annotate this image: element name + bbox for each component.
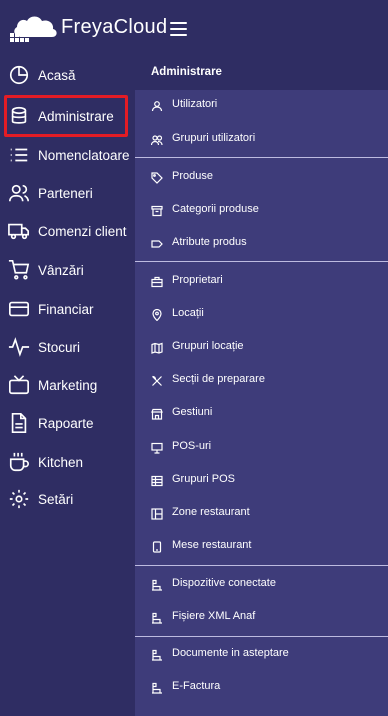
users-icon <box>8 182 30 204</box>
user-group-icon <box>150 133 163 146</box>
active-item-highlight <box>4 95 128 137</box>
truck-icon <box>8 220 30 242</box>
sidebar-item-label: Stocuri <box>38 339 81 355</box>
sidebar-item-financiar[interactable]: Financiar <box>0 290 135 328</box>
menu-item-label: POS-uri <box>172 440 212 452</box>
layout-icon <box>151 507 163 520</box>
list-icon <box>8 144 30 166</box>
sidebar-item-label: Setări <box>38 491 74 507</box>
sidebar-item-marketing[interactable]: Marketing <box>0 366 135 404</box>
sidebar-item-acasa[interactable]: Acasă <box>0 56 135 94</box>
sidebar-item-label: Marketing <box>38 377 98 393</box>
menu-item-label: Grupuri utilizatori <box>172 132 256 144</box>
card-icon <box>8 298 30 320</box>
menu-item-categorii-produse[interactable]: Categorii produse <box>135 199 388 223</box>
pin-icon <box>151 308 163 322</box>
menu-item-label: Categorii produse <box>172 203 259 215</box>
menu-item-mese-restaurant[interactable]: Mese restaurant <box>135 535 388 559</box>
menu-item-label: Produse <box>172 170 213 182</box>
menu-item-grupuri-utilizatori[interactable]: Grupuri utilizatori <box>135 128 388 152</box>
device-icon <box>151 681 163 694</box>
menu-item-atribute-produs[interactable]: Atribute produs <box>135 232 388 256</box>
sidebar-item-label: Nomenclatoare <box>38 147 130 163</box>
sidebar-item-vanzari[interactable]: Vânzări <box>0 251 135 289</box>
menu-item-sectii-de-preparare[interactable]: Secții de preparare <box>135 369 388 393</box>
user-icon <box>151 99 163 112</box>
menu-item-proprietari[interactable]: Proprietari <box>135 270 388 294</box>
menu-item-label: Mese restaurant <box>172 539 252 551</box>
divider <box>135 565 388 566</box>
store-icon <box>151 407 163 420</box>
menu-item-label: Dispozitive conectate <box>172 577 276 589</box>
device-icon <box>151 578 163 591</box>
label-icon <box>151 237 163 249</box>
monitor-icon <box>151 441 163 454</box>
device-icon <box>151 648 163 661</box>
menu-item-label: Locații <box>172 307 204 319</box>
sidebar-item-comenzi-client[interactable]: Comenzi client <box>0 212 135 250</box>
menu-item-e-factura[interactable]: E-Factura <box>135 676 388 700</box>
briefcase-icon <box>151 275 163 288</box>
sidebar-item-kitchen[interactable]: Kitchen <box>0 443 135 481</box>
menu-item-label: E-Factura <box>172 680 221 692</box>
file-icon <box>8 412 30 434</box>
menu-item-grupuri-locatie[interactable]: Grupuri locație <box>135 336 388 360</box>
tag-icon <box>151 171 163 184</box>
menu-item-gestiuni[interactable]: Gestiuni <box>135 402 388 426</box>
menu-item-pos-uri[interactable]: POS-uri <box>135 436 388 460</box>
sidebar-item-label: Acasă <box>38 67 76 83</box>
brand-name[interactable]: FreyaCloud <box>61 16 167 39</box>
sidebar-item-rapoarte[interactable]: Rapoarte <box>0 404 135 442</box>
submenu-title: Administrare <box>151 66 222 78</box>
sidebar-item-setari[interactable]: Setări <box>0 480 135 518</box>
divider <box>135 157 388 158</box>
menu-item-fisiere-xml-anaf[interactable]: Fișiere XML Anaf <box>135 606 388 630</box>
menu-item-utilizatori[interactable]: Utilizatori <box>135 94 388 118</box>
menu-item-label: Proprietari <box>172 274 223 286</box>
cart-icon <box>8 259 30 281</box>
sidebar-item-stocuri[interactable]: Stocuri <box>0 328 135 366</box>
app-header: FreyaCloud <box>0 0 388 60</box>
submenu-header: Administrare <box>135 56 388 90</box>
sidebar-item-label: Financiar <box>38 301 94 317</box>
activity-icon <box>8 336 30 358</box>
hamburger-icon[interactable] <box>170 22 187 36</box>
menu-item-label: Grupuri locație <box>172 340 244 352</box>
archive-icon <box>151 204 163 217</box>
pos-group-icon <box>151 474 163 487</box>
submenu-panel: Administrare Utilizatori Grupuri utiliza… <box>135 56 388 716</box>
menu-item-label: Utilizatori <box>172 98 218 110</box>
menu-item-produse[interactable]: Produse <box>135 166 388 190</box>
map-icon <box>151 341 163 354</box>
menu-item-label: Documente in asteptare <box>172 647 289 659</box>
divider <box>135 636 388 637</box>
sidebar-item-label: Parteneri <box>38 185 93 201</box>
menu-item-label: Grupuri POS <box>172 473 235 485</box>
sidebar-item-label: Kitchen <box>38 454 84 470</box>
sidebar-item-label: Rapoarte <box>38 415 94 431</box>
sidebar-item-parteneri[interactable]: Parteneri <box>0 174 135 212</box>
menu-item-locatii[interactable]: Locații <box>135 303 388 327</box>
gear-icon <box>8 488 30 510</box>
menu-item-dispozitive-conectate[interactable]: Dispozitive conectate <box>135 573 388 597</box>
menu-item-label: Zone restaurant <box>172 506 250 518</box>
device-icon <box>151 611 163 624</box>
menu-item-documente-in-asteptare[interactable]: Documente in asteptare <box>135 643 388 667</box>
menu-item-label: Secții de preparare <box>172 373 265 385</box>
coffee-icon <box>8 451 30 473</box>
menu-item-zone-restaurant[interactable]: Zone restaurant <box>135 502 388 526</box>
utensils-icon <box>151 374 163 386</box>
menu-item-label: Fișiere XML Anaf <box>172 610 256 622</box>
sidebar-item-nomenclatoare[interactable]: Nomenclatoare <box>0 136 135 174</box>
sidebar-item-label: Comenzi client <box>38 223 127 239</box>
menu-item-grupuri-pos[interactable]: Grupuri POS <box>135 469 388 493</box>
menu-item-label: Gestiuni <box>172 406 213 418</box>
divider <box>135 261 388 262</box>
sidebar-item-label: Vânzări <box>38 262 84 278</box>
freyacloud-logo-icon[interactable] <box>8 13 60 45</box>
tablet-icon <box>151 540 163 553</box>
menu-item-label: Atribute produs <box>172 236 247 248</box>
pie-chart-icon <box>8 64 30 86</box>
tv-icon <box>8 374 30 396</box>
